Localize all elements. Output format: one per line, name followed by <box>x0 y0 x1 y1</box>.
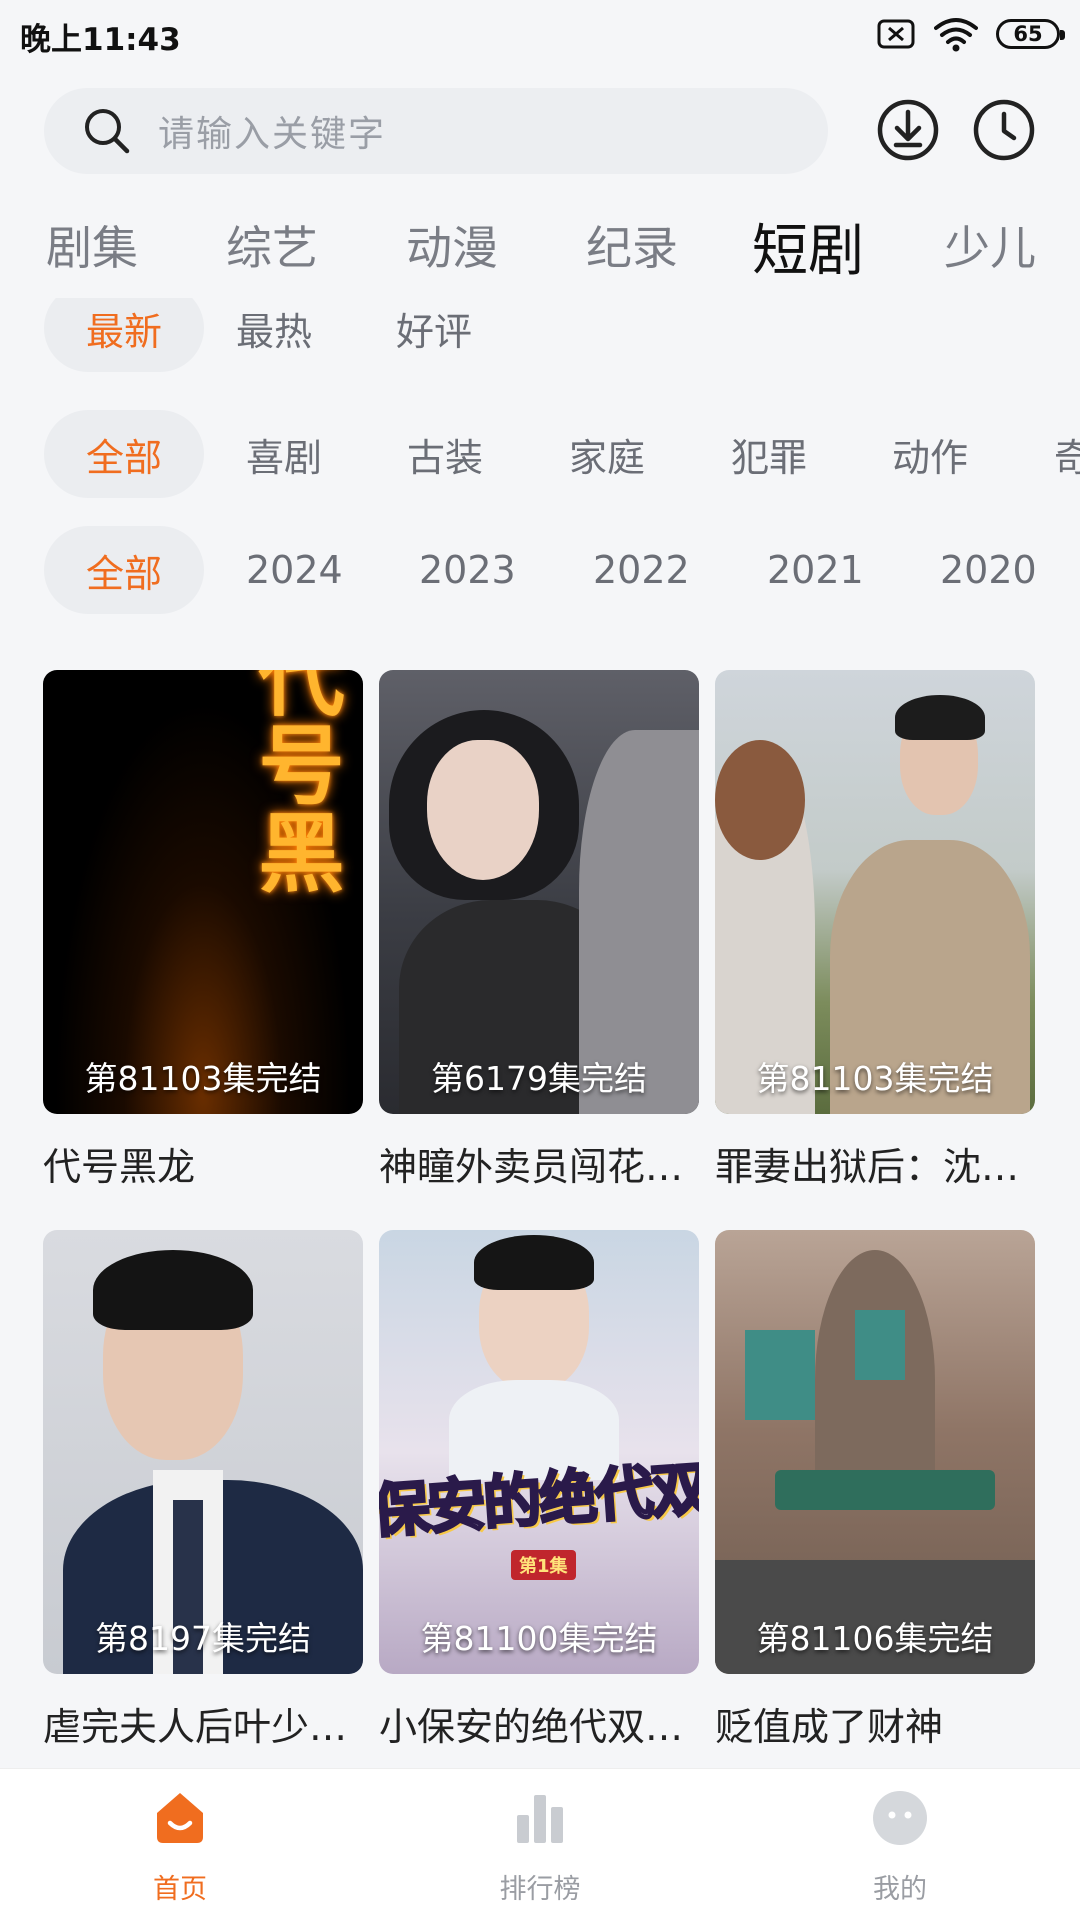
drama-card[interactable]: 小保安的绝代双娇 第1集 第81100集完结 小保安的绝代双… <box>379 1230 699 1751</box>
filter-genre-more[interactable]: 奇 <box>1054 410 1080 498</box>
poster-image: 代号黑 第81103集完结 <box>43 670 363 1114</box>
search-input[interactable]: 请输入关键字 <box>44 88 828 174</box>
filter-genre-comedy[interactable]: 喜剧 <box>246 410 322 498</box>
filter-year-2021[interactable]: 2021 <box>767 526 864 614</box>
battery-icon: 65 <box>996 19 1065 49</box>
poster-image: 第6179集完结 <box>379 670 699 1114</box>
poster-image: 第81106集完结 <box>715 1230 1035 1674</box>
filter-year-2022[interactable]: 2022 <box>593 526 690 614</box>
nav-ranking[interactable]: 排行榜 <box>440 1787 640 1906</box>
search-placeholder: 请输入关键字 <box>158 114 387 155</box>
nav-home[interactable]: 首页 <box>80 1787 280 1906</box>
filter-genre-all[interactable]: 全部 <box>44 410 204 498</box>
tab-short-drama[interactable]: 短剧 <box>752 206 864 287</box>
poster-title-art: 代号黑 <box>243 670 343 896</box>
filter-genre-family[interactable]: 家庭 <box>569 410 645 498</box>
filter-sort-latest[interactable]: 最新 <box>44 298 204 372</box>
search-icon <box>85 109 130 154</box>
status-icons: 65 <box>876 16 1065 52</box>
poster-title-art: 小保安的绝代双娇 <box>379 1449 699 1551</box>
status-time: 晚上11:43 <box>20 22 181 58</box>
episode-badge: 第81103集完结 <box>756 1059 994 1098</box>
filter-sort-hottest[interactable]: 最热 <box>236 298 312 372</box>
profile-icon <box>873 1791 927 1845</box>
card-title: 虐完夫人后叶少… <box>43 1705 348 1749</box>
filter-year-all[interactable]: 全部 <box>44 526 204 614</box>
nav-label: 首页 <box>153 1874 207 1905</box>
nav-profile[interactable]: 我的 <box>800 1787 1000 1906</box>
status-bar: 晚上11:43 65 <box>0 0 1080 70</box>
bottom-navigation: 首页 排行榜 我的 <box>0 1768 1080 1920</box>
battery-level: 65 <box>1013 22 1043 46</box>
sort-filter-row: 最新 最热 好评 <box>0 298 1080 380</box>
poster-image: 小保安的绝代双娇 第1集 第81100集完结 <box>379 1230 699 1674</box>
category-tabs: 剧集 综艺 动漫 纪录 短剧 少儿 <box>0 212 1080 292</box>
poster-image: 第81103集完结 <box>715 670 1035 1114</box>
filter-genre-crime[interactable]: 犯罪 <box>731 410 807 498</box>
episode-badge: 第81103集完结 <box>84 1059 322 1098</box>
episode-badge: 第81106集完结 <box>756 1619 994 1658</box>
filter-genre-action[interactable]: 动作 <box>892 410 968 498</box>
genre-filter-row: 全部 喜剧 古装 家庭 犯罪 动作 奇 <box>0 410 1080 498</box>
card-title: 神瞳外卖员闯花… <box>379 1145 684 1189</box>
drama-card[interactable]: 代号黑 第81103集完结 代号黑龙 <box>43 670 363 1191</box>
drama-card[interactable]: 第81106集完结 贬值成了财神 <box>715 1230 1035 1751</box>
wifi-icon <box>934 18 978 52</box>
filter-sort-rating[interactable]: 好评 <box>396 298 472 372</box>
year-filter-row: 全部 2024 2023 2022 2021 2020 <box>0 526 1080 614</box>
drama-card[interactable]: 第81103集完结 罪妻出狱后：沈… <box>715 670 1035 1191</box>
episode-badge: 第8197集完结 <box>95 1619 311 1658</box>
episode-badge: 第6179集完结 <box>431 1059 647 1098</box>
nav-label: 我的 <box>873 1874 927 1905</box>
no-sim-icon <box>877 19 915 49</box>
tab-variety[interactable]: 综艺 <box>226 212 318 278</box>
card-title: 贬值成了财神 <box>715 1705 944 1749</box>
card-title: 小保安的绝代双… <box>379 1705 684 1749</box>
filter-year-2023[interactable]: 2023 <box>419 526 516 614</box>
tab-anime[interactable]: 动漫 <box>406 212 498 278</box>
app-screen: 晚上11:43 65 请输入关键字 剧集 综艺 动漫 纪录 短剧 少儿 最新 最… <box>0 0 1080 1920</box>
ranking-icon <box>517 1795 563 1843</box>
tab-kids[interactable]: 少儿 <box>944 212 1036 278</box>
nav-label: 排行榜 <box>499 1874 581 1905</box>
filter-year-2020[interactable]: 2020 <box>940 526 1037 614</box>
drama-card[interactable]: 第6179集完结 神瞳外卖员闯花… <box>379 670 699 1191</box>
filter-genre-costume[interactable]: 古装 <box>407 410 483 498</box>
poster-episode-tag: 第1集 <box>511 1550 576 1580</box>
history-icon[interactable] <box>972 98 1036 162</box>
tab-drama-series[interactable]: 剧集 <box>46 212 138 278</box>
filter-year-2024[interactable]: 2024 <box>246 526 343 614</box>
card-title: 代号黑龙 <box>43 1145 196 1189</box>
tab-documentary[interactable]: 纪录 <box>586 212 678 278</box>
download-icon[interactable] <box>876 98 940 162</box>
episode-badge: 第81100集完结 <box>420 1619 658 1658</box>
poster-image: 第8197集完结 <box>43 1230 363 1674</box>
drama-card[interactable]: 第8197集完结 虐完夫人后叶少… <box>43 1230 363 1751</box>
home-icon <box>157 1793 203 1843</box>
card-title: 罪妻出狱后：沈… <box>715 1145 1020 1189</box>
